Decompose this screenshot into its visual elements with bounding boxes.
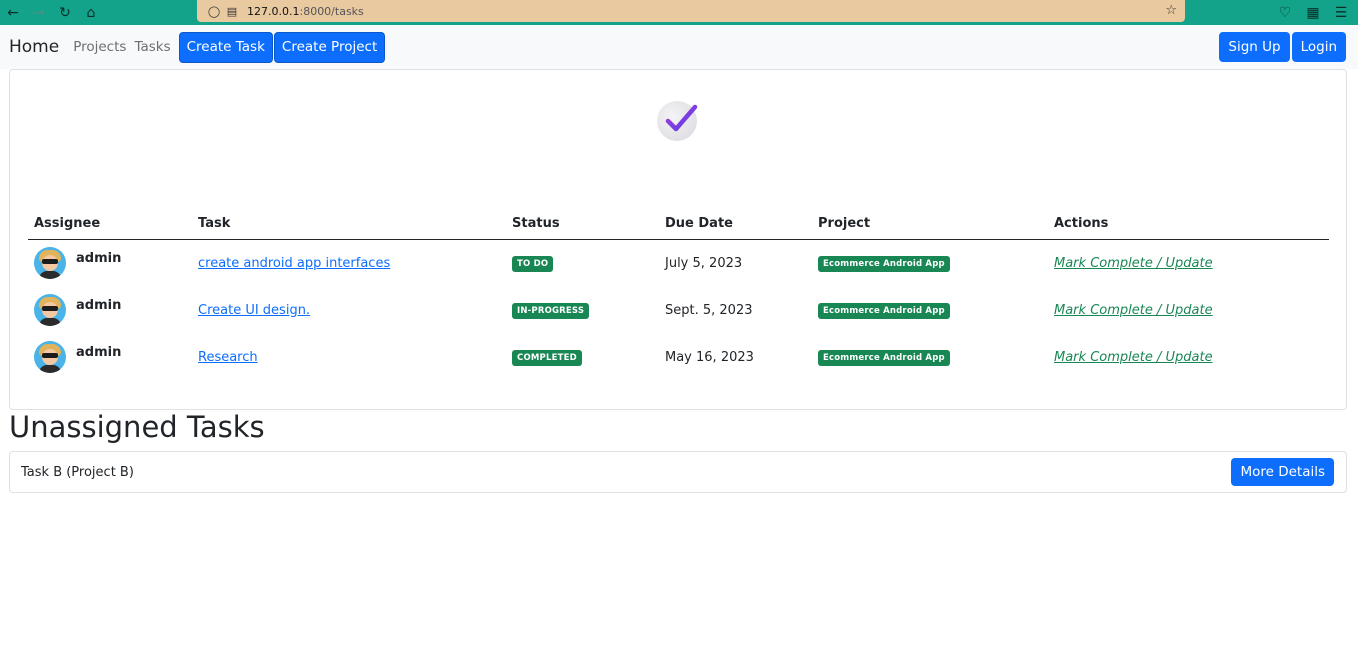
more-details-button[interactable]: More Details: [1231, 458, 1334, 486]
assignee-name: admin: [76, 298, 121, 313]
table-row: admin Research COMPLETED May 16, 2023 Ec…: [28, 334, 1329, 381]
url-text: 127.0.0.1:8000/tasks: [247, 5, 364, 18]
checkmark-logo-icon: [657, 101, 697, 141]
due-date: Sept. 5, 2023: [659, 287, 812, 334]
header-due-date: Due Date: [659, 210, 812, 240]
header-project: Project: [812, 210, 1048, 240]
table-row: admin create android app interfaces TO D…: [28, 240, 1329, 287]
bookmark-star-icon[interactable]: ☆: [1165, 3, 1177, 18]
nav-projects[interactable]: Projects: [73, 39, 126, 55]
checkmark-icon: [661, 101, 701, 141]
assignee-name: admin: [76, 251, 121, 266]
avatar: [34, 294, 66, 326]
due-date: May 16, 2023: [659, 334, 812, 381]
login-button[interactable]: Login: [1292, 32, 1346, 62]
task-link[interactable]: Research: [198, 350, 258, 365]
avatar: [34, 341, 66, 373]
mark-complete-update-link[interactable]: Mark Complete / Update: [1054, 350, 1213, 365]
extensions-icon[interactable]: ▦: [1304, 2, 1322, 24]
assignee-name: admin: [76, 345, 121, 360]
address-bar[interactable]: ◯ ▤ 127.0.0.1:8000/tasks ☆: [197, 0, 1185, 22]
assignee-cell: admin: [28, 287, 192, 334]
status-badge: COMPLETED: [512, 350, 582, 366]
header-assignee: Assignee: [28, 210, 192, 240]
url-host: 127.0.0.1: [247, 5, 299, 18]
unassigned-tasks-title: Unassigned Tasks: [9, 410, 265, 444]
project-badge: Ecommerce Android App: [818, 350, 950, 366]
browser-toolbar: ← → ↻ ⌂ ◯ ▤ 127.0.0.1:8000/tasks ☆ ♡ ▦ ☰: [0, 0, 1358, 25]
table-header-row: Assignee Task Status Due Date Project Ac…: [28, 210, 1329, 240]
header-task: Task: [192, 210, 506, 240]
due-date: July 5, 2023: [659, 240, 812, 287]
header-actions: Actions: [1048, 210, 1329, 240]
shield-icon: ◯: [205, 5, 223, 18]
home-icon[interactable]: ⌂: [78, 2, 104, 24]
mark-complete-update-link[interactable]: Mark Complete / Update: [1054, 303, 1213, 318]
project-badge: Ecommerce Android App: [818, 256, 950, 272]
status-badge: TO DO: [512, 256, 553, 272]
unassigned-task-label: Task B (Project B): [21, 465, 134, 480]
table-row: admin Create UI design. IN-PROGRESS Sept…: [28, 287, 1329, 334]
app-navbar: Home Projects Tasks Create Task Create P…: [0, 25, 1358, 69]
create-task-button[interactable]: Create Task: [179, 32, 273, 63]
back-icon[interactable]: ←: [0, 2, 26, 24]
brand-home[interactable]: Home: [9, 37, 59, 57]
list-item: Task B (Project B) More Details: [9, 451, 1347, 493]
task-link[interactable]: Create UI design.: [198, 303, 310, 318]
menu-icon[interactable]: ☰: [1332, 2, 1350, 24]
mark-complete-update-link[interactable]: Mark Complete / Update: [1054, 256, 1213, 271]
pocket-icon[interactable]: ♡: [1276, 2, 1294, 24]
page-info-icon[interactable]: ▤: [223, 5, 241, 18]
status-badge: IN-PROGRESS: [512, 303, 589, 319]
reload-icon[interactable]: ↻: [52, 2, 78, 24]
avatar: [34, 247, 66, 279]
sign-up-button[interactable]: Sign Up: [1219, 32, 1289, 62]
header-status: Status: [506, 210, 659, 240]
assignee-cell: admin: [28, 334, 192, 381]
forward-icon[interactable]: →: [26, 2, 52, 24]
task-link[interactable]: create android app interfaces: [198, 256, 390, 271]
url-path: :8000/tasks: [299, 5, 363, 18]
nav-tasks[interactable]: Tasks: [134, 39, 170, 55]
tasks-card: Assignee Task Status Due Date Project Ac…: [9, 69, 1347, 410]
tasks-table: Assignee Task Status Due Date Project Ac…: [28, 210, 1329, 381]
assignee-cell: admin: [28, 240, 192, 287]
project-badge: Ecommerce Android App: [818, 303, 950, 319]
create-project-button[interactable]: Create Project: [274, 32, 385, 63]
